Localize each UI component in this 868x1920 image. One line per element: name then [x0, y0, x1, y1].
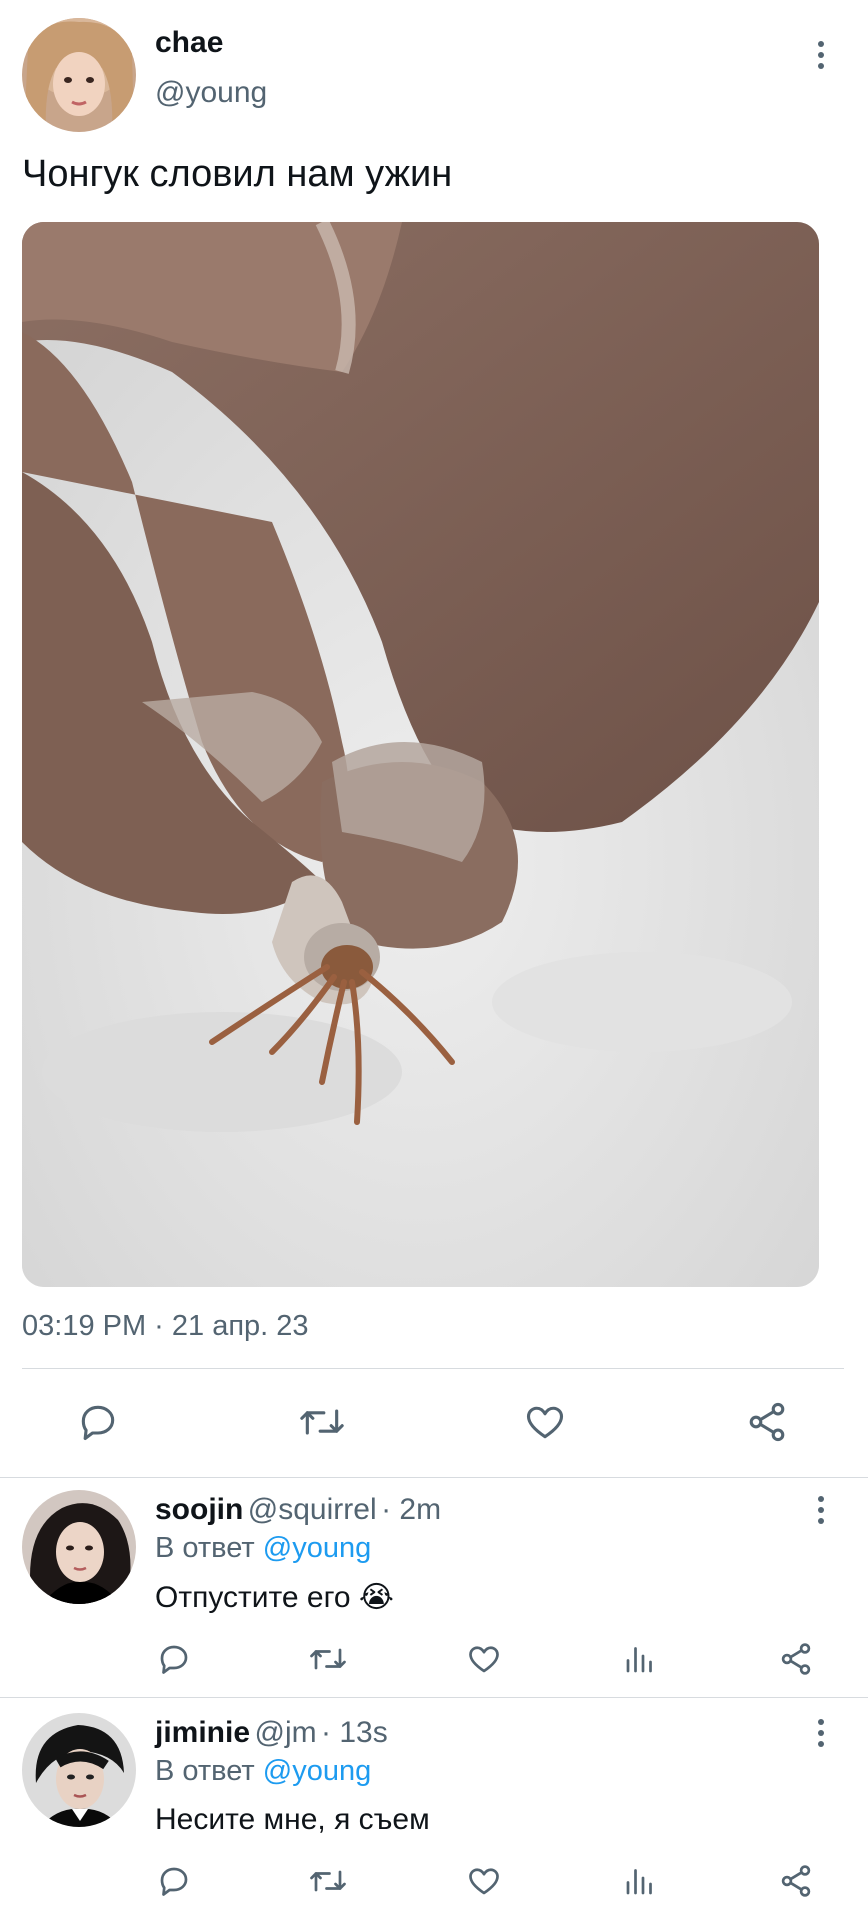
like-icon[interactable] [466, 1863, 502, 1899]
reply-to-line: В ответ @young [155, 1532, 371, 1565]
more-options-icon[interactable] [815, 1496, 827, 1524]
share-icon[interactable] [778, 1641, 814, 1677]
share-icon[interactable] [745, 1400, 789, 1444]
author-handle[interactable]: @young [155, 76, 267, 110]
reply-header: jiminie @jm · 13s [155, 1716, 388, 1750]
reply-avatar[interactable] [22, 1713, 136, 1827]
reply-time: · 13s [321, 1716, 388, 1749]
more-options-icon[interactable] [815, 41, 827, 69]
divider [22, 1368, 844, 1369]
reply-author-name[interactable]: soojin [155, 1493, 243, 1526]
reply-time: · 2m [381, 1493, 442, 1526]
reply-icon[interactable] [156, 1641, 192, 1677]
tweet-text: Чонгук словил нам ужин [22, 153, 453, 195]
reply-text: Несите мне, я съем [155, 1803, 430, 1836]
reply-icon[interactable] [76, 1400, 120, 1444]
reply-author-name[interactable]: jiminie [155, 1716, 250, 1749]
retweet-icon[interactable] [308, 1863, 348, 1899]
reply-to-line: В ответ @young [155, 1755, 371, 1788]
divider [0, 1477, 868, 1478]
reply-header: soojin @squirrel · 2m [155, 1493, 441, 1527]
tweet-timestamp: 03:19 PM · 21 апр. 23 [22, 1310, 309, 1342]
reply-mention-link[interactable]: @young [263, 1532, 371, 1564]
like-icon[interactable] [466, 1641, 502, 1677]
stats-icon[interactable] [622, 1863, 658, 1899]
retweet-icon[interactable] [308, 1641, 348, 1677]
author-name[interactable]: chae [155, 26, 223, 60]
reply-prefix: В ответ [155, 1755, 255, 1787]
reply-avatar[interactable] [22, 1490, 136, 1604]
author-avatar[interactable] [22, 18, 136, 132]
reply-text: Отпустите его 😭 [155, 1581, 394, 1614]
reply-mention-link[interactable]: @young [263, 1755, 371, 1787]
tweet-image[interactable] [22, 222, 819, 1287]
divider [0, 1697, 868, 1698]
retweet-icon[interactable] [298, 1400, 346, 1444]
reply-author-handle[interactable]: @jm [254, 1716, 316, 1749]
reply-author-handle[interactable]: @squirrel [248, 1493, 377, 1526]
more-options-icon[interactable] [815, 1719, 827, 1747]
share-icon[interactable] [778, 1863, 814, 1899]
reply-prefix: В ответ [155, 1532, 255, 1564]
stats-icon[interactable] [622, 1641, 658, 1677]
reply-icon[interactable] [156, 1863, 192, 1899]
like-icon[interactable] [523, 1400, 567, 1444]
